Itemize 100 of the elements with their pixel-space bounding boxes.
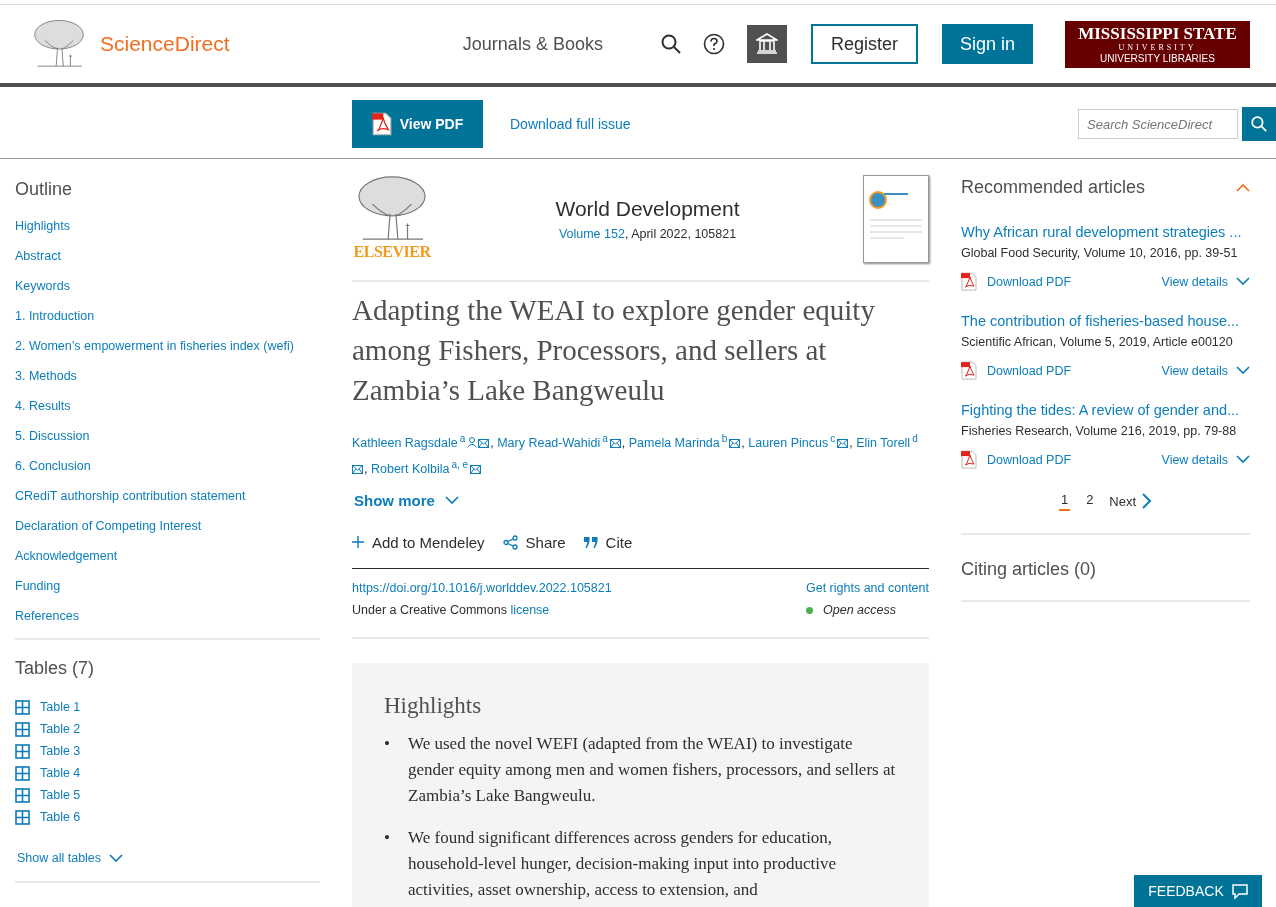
view-details-link[interactable]: View details xyxy=(1161,363,1228,378)
recommended-heading: Recommended articles xyxy=(961,177,1146,198)
affiliation-mark: c xyxy=(830,433,836,444)
chevron-right-icon[interactable] xyxy=(1142,493,1153,510)
chevron-down-icon xyxy=(109,853,124,863)
pdf-icon xyxy=(961,272,977,292)
author-link[interactable]: Robert Kolbila xyxy=(370,462,450,477)
university-logo[interactable]: MISSISSIPPI STATE UNIVERSITY UNIVERSITY LIBRARIES xyxy=(1065,20,1250,68)
view-pdf-button[interactable]: View PDF xyxy=(352,100,483,148)
help-icon[interactable] xyxy=(702,33,725,55)
download-pdf-link[interactable]: Download PDF xyxy=(987,452,1072,467)
outline-link[interactable]: 4. Results xyxy=(15,398,320,428)
quote-icon xyxy=(583,536,598,548)
author-link[interactable]: Elin Torell xyxy=(856,436,911,451)
outline-link[interactable]: CRediT authorship contribution statement xyxy=(15,488,320,518)
journal-title[interactable]: World Development xyxy=(555,197,740,221)
article-source: Scientific African, Volume 5, 2019, Article e00120 xyxy=(961,335,1234,350)
recommended-article-link[interactable]: Why African rural development strategies ... xyxy=(961,224,1250,240)
table-icon xyxy=(15,765,30,781)
separator-comma: , xyxy=(621,436,626,451)
brand-name[interactable]: ScienceDirect xyxy=(100,32,230,56)
journal-cover-thumbnail[interactable] xyxy=(863,175,929,263)
outline-link[interactable]: References xyxy=(15,608,320,638)
mail-icon[interactable] xyxy=(729,439,741,449)
show-all-tables-link[interactable]: Show all tables xyxy=(17,851,102,865)
separator-comma: , xyxy=(364,462,368,477)
outline-link[interactable]: 5. Discussion xyxy=(15,428,320,458)
chevron-icon xyxy=(1236,183,1250,192)
page-link[interactable]: 2 xyxy=(1084,491,1096,511)
page-link[interactable]: 1 xyxy=(1058,491,1071,511)
mail-icon[interactable] xyxy=(609,439,621,449)
outline-link[interactable]: Declaration of Competing Interest xyxy=(15,518,320,548)
bullet-mark: • xyxy=(384,827,391,850)
article-action-button[interactable]: Add to Mendeley xyxy=(352,533,485,551)
view-details-link[interactable]: View details xyxy=(1161,274,1228,289)
feedback-button[interactable]: FEEDBACK xyxy=(1134,875,1262,907)
search-field[interactable]: Search ScienceDirect xyxy=(1078,109,1238,139)
download-issue-link[interactable]: Download full issue xyxy=(510,116,631,132)
table-link[interactable]: Table 6 xyxy=(40,810,81,824)
article-title: Adapting the WEAI to explore gender equity among Fishers, Processors, and sellers at Zambia’s Lake Bangweulu xyxy=(352,293,876,408)
download-pdf-link[interactable]: Download PDF xyxy=(987,363,1072,378)
separator-comma: , xyxy=(741,436,745,451)
mail-icon[interactable] xyxy=(478,439,490,449)
pdf-icon xyxy=(371,112,392,136)
institution-button[interactable] xyxy=(746,25,787,63)
recommended-article-link[interactable]: Fighting the tides: A review of gender and... xyxy=(961,402,1250,419)
volume-link[interactable]: Volume 152 xyxy=(558,227,625,241)
affiliation-mark: a xyxy=(459,433,466,444)
table-link[interactable]: Table 4 xyxy=(40,766,81,780)
view-details-link[interactable]: View details xyxy=(1161,452,1228,467)
rights-link[interactable]: Get rights and content xyxy=(806,581,929,596)
outline-link[interactable]: 2. Women’s empowerment in fisheries index (wefi) xyxy=(15,338,320,368)
table-link[interactable]: Table 3 xyxy=(40,744,81,758)
highlight-item: We found significant differences across genders for education, household-level hunger, decision-making input into productive activities, asset ownership, access to extension, and xyxy=(408,827,837,902)
chevron-down-icon xyxy=(444,496,459,506)
table-link[interactable]: Table 5 xyxy=(40,788,81,802)
outline-link[interactable]: 6. Conclusion xyxy=(15,458,320,488)
chevron-down-icon xyxy=(1236,366,1250,376)
citing-articles-heading: Citing articles (0) xyxy=(961,558,1098,580)
outline-link[interactable]: Highlights xyxy=(15,218,320,248)
register-button[interactable]: Register xyxy=(810,24,918,64)
outline-link[interactable]: 3. Methods xyxy=(15,368,320,398)
status-dot xyxy=(806,606,813,614)
author-link[interactable]: Lauren Pincus xyxy=(748,436,829,451)
table-icon xyxy=(15,721,30,737)
search-icon[interactable] xyxy=(660,34,681,54)
outline-link[interactable]: 1. Introduction xyxy=(15,308,320,338)
outline-link[interactable]: Acknowledgement xyxy=(15,548,320,578)
search-icon xyxy=(1251,116,1267,132)
outline-link[interactable]: Funding xyxy=(15,578,320,608)
table-link[interactable]: Table 2 xyxy=(40,722,81,736)
outline-link[interactable]: Abstract xyxy=(15,248,320,278)
mail-icon[interactable] xyxy=(837,439,849,449)
journals-books-link[interactable]: Journals & Books xyxy=(462,33,603,55)
sign-in-button[interactable]: Sign in xyxy=(941,24,1033,64)
doi-link[interactable]: https://doi.org/10.1016/j.worlddev.2022.105821 xyxy=(352,581,806,596)
article-source: Global Food Security, Volume 10, 2016, pp. 39-51 xyxy=(961,246,1239,260)
show-more-button[interactable]: Show more xyxy=(354,492,459,510)
next-link[interactable]: Next xyxy=(1109,493,1137,509)
article-action-button[interactable]: Share xyxy=(502,533,566,551)
author-link[interactable]: Pamela Marinda xyxy=(628,436,720,451)
separator-comma: , xyxy=(849,436,853,451)
outline-link[interactable]: Keywords xyxy=(15,278,320,308)
affiliation-mark: a, e xyxy=(451,459,469,471)
search-button[interactable] xyxy=(1242,107,1276,141)
outline-heading: Outline xyxy=(15,179,74,200)
mail-icon[interactable] xyxy=(470,465,482,475)
download-pdf-link[interactable]: Download PDF xyxy=(987,274,1072,289)
article-action-button[interactable]: Cite xyxy=(583,533,633,551)
pdf-icon xyxy=(961,361,977,381)
recommended-article-link[interactable]: The contribution of fisheries-based house... xyxy=(961,313,1250,330)
mail-icon[interactable] xyxy=(352,465,363,475)
author-link[interactable]: Mary Read-Wahidi xyxy=(497,436,601,451)
author-link[interactable]: Kathleen Ragsdale xyxy=(352,436,458,451)
table-icon xyxy=(15,699,30,715)
chevron-down-icon xyxy=(1236,277,1250,287)
license-link[interactable]: license xyxy=(510,603,550,618)
tables-heading: Tables (7) xyxy=(15,658,96,679)
separator-comma: , xyxy=(490,436,494,451)
table-link[interactable]: Table 1 xyxy=(40,700,81,714)
